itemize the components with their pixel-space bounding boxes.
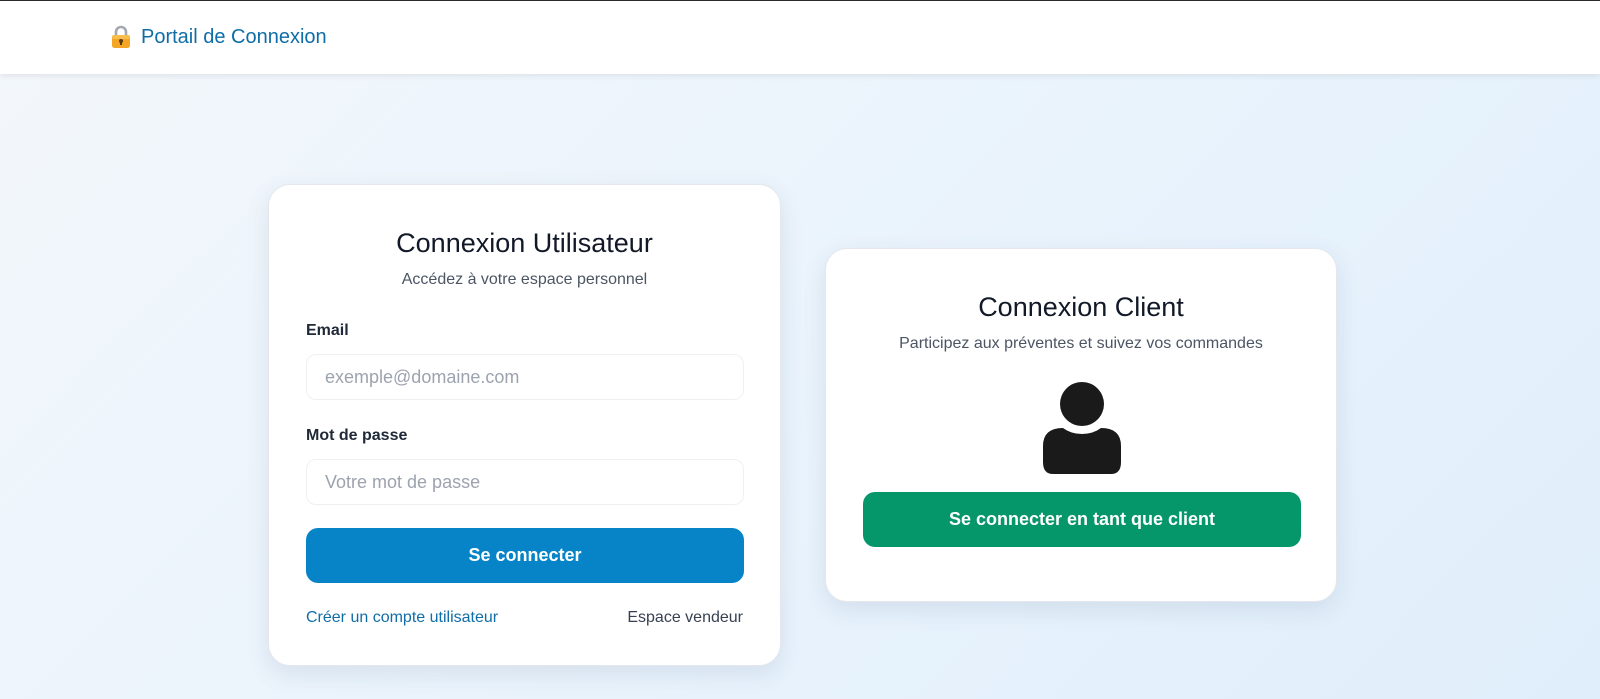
client-login-title: Connexion Client (978, 292, 1184, 322)
lock-icon (112, 25, 130, 48)
user-login-title: Connexion Utilisateur (396, 228, 653, 258)
email-label: Email (306, 322, 349, 339)
client-login-card: Connexion Client Participez aux prévente… (825, 248, 1337, 602)
client-login-button[interactable]: Se connecter en tant que client (863, 492, 1301, 547)
user-icon (1043, 382, 1121, 474)
password-label: Mot de passe (306, 427, 408, 444)
client-login-subtitle: Participez aux préventes et suivez vos c… (899, 335, 1263, 352)
brand-title: Portail de Connexion (141, 25, 327, 48)
password-field[interactable] (306, 459, 744, 505)
user-login-card: Connexion Utilisateur Accédez à votre es… (268, 184, 781, 666)
email-field[interactable] (306, 354, 744, 400)
create-account-link[interactable]: Créer un compte utilisateur (306, 609, 498, 627)
brand-link[interactable]: Portail de Connexion (110, 25, 327, 49)
user-login-subtitle: Accédez à votre espace personnel (401, 271, 648, 288)
seller-space-link[interactable]: Espace vendeur (627, 609, 743, 627)
top-navbar: Portail de Connexion (0, 1, 1600, 74)
login-button[interactable]: Se connecter (306, 528, 744, 583)
